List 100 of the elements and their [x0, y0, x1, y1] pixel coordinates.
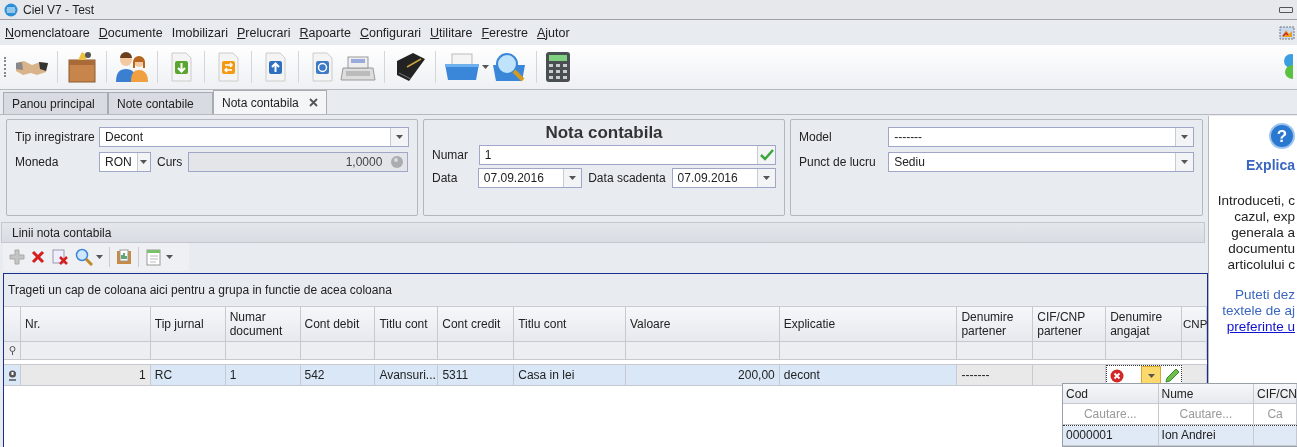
help-text-line: articolului c — [1226, 257, 1295, 273]
filter-cell[interactable] — [1106, 342, 1183, 360]
dropdown-caret-icon[interactable] — [757, 169, 775, 187]
caret-icon[interactable] — [1181, 135, 1188, 139]
caret-icon[interactable] — [396, 135, 403, 139]
puzzle-icon[interactable] — [1279, 24, 1295, 41]
help-link[interactable]: preferinte u — [1222, 319, 1295, 335]
column-header[interactable]: CNP — [1182, 307, 1207, 342]
menu-item[interactable]: Ajutor — [534, 23, 576, 42]
help-title: Explica — [1245, 157, 1295, 173]
column-header[interactable]: Denumire angajat — [1106, 307, 1182, 342]
caret-icon[interactable] — [140, 160, 148, 164]
column-header[interactable]: Cont credit — [438, 307, 515, 342]
filter-cell[interactable] — [514, 342, 626, 360]
clear-icon[interactable] — [1110, 368, 1125, 383]
dropdown-field[interactable]: 07.09.2016 — [477, 168, 583, 188]
column-header[interactable]: Cod — [1063, 384, 1159, 405]
delete-icon[interactable] — [31, 250, 45, 264]
menu-item[interactable]: Rapoarte — [296, 23, 357, 42]
close-icon[interactable] — [308, 98, 318, 107]
dropdown-caret-icon[interactable] — [1175, 153, 1193, 171]
search-dropdown-button[interactable] — [75, 248, 103, 266]
table-cell: 1 — [225, 365, 301, 386]
dropdown-field[interactable]: RON — [99, 152, 151, 172]
delete-document-icon[interactable] — [51, 249, 69, 265]
column-header[interactable]: Nume — [1158, 384, 1254, 405]
dropdown-caret-icon[interactable] — [136, 153, 150, 171]
tab[interactable]: Panou principal — [3, 92, 108, 114]
column-header[interactable]: Valoare — [625, 307, 780, 342]
dropdown-field[interactable]: Sediu — [888, 152, 1194, 172]
filter-cell[interactable] — [957, 342, 1034, 360]
column-header[interactable]: Tip jurnal — [150, 307, 226, 342]
caret-icon[interactable] — [763, 176, 770, 180]
help-text-line: textele de aj — [1222, 303, 1295, 319]
folder-dropdown-button[interactable] — [444, 52, 489, 82]
table-cell: 1 — [21, 365, 151, 386]
menu-item[interactable]: Documente — [95, 23, 169, 42]
filter-cell[interactable] — [300, 342, 376, 360]
dropdown-caret-icon[interactable] — [390, 128, 408, 146]
filter-cell[interactable] — [150, 342, 226, 360]
filter-cell[interactable] — [225, 342, 301, 360]
minimize-button[interactable] — [1279, 6, 1293, 13]
dropdown-field[interactable]: Decont — [99, 127, 409, 147]
tab[interactable]: Nota contabila — [213, 90, 327, 114]
help-text-line: Puteti dez — [1233, 287, 1295, 303]
filter-cell[interactable] — [1033, 342, 1107, 360]
menu-item[interactable]: Prelucrari — [234, 23, 297, 42]
app-logo-icon — [4, 2, 18, 17]
columns-dropdown-button[interactable] — [145, 248, 173, 266]
people-icon[interactable] — [115, 52, 149, 82]
table-cell: 542 — [300, 365, 376, 386]
dropdown-caret-icon[interactable] — [563, 169, 582, 187]
caret-icon[interactable] — [1147, 373, 1155, 378]
column-header[interactable]: Cont debit — [300, 307, 376, 342]
column-header[interactable]: Titlu cont — [375, 307, 439, 342]
column-header[interactable]: CIF/CN — [1254, 384, 1297, 405]
check-icon[interactable] — [757, 146, 775, 164]
search-folder-icon[interactable] — [492, 51, 528, 83]
input-field[interactable]: 1 — [478, 145, 776, 165]
column-header[interactable]: Titlu cont — [514, 307, 626, 342]
tab[interactable]: Note contabile — [108, 92, 213, 114]
column-header[interactable]: Denumire partener — [957, 307, 1034, 342]
field-label: Punct de lucru — [799, 155, 877, 169]
section-header: Linii nota contabila — [1, 222, 1205, 243]
menu-item[interactable]: Utilitare — [427, 23, 479, 42]
menu-item[interactable]: Imobilizari — [168, 23, 234, 42]
dropdown-field[interactable]: 07.09.2016 — [671, 168, 776, 188]
column-header[interactable]: CIF/CNP partener — [1033, 307, 1107, 342]
dropdown-caret-icon[interactable] — [1175, 128, 1193, 146]
column-header[interactable]: Numar document — [225, 307, 301, 342]
table-cell: Ion Andrei — [1158, 425, 1255, 446]
filter-cell[interactable] — [626, 342, 780, 360]
filter-cell[interactable] — [21, 342, 151, 360]
caret-icon[interactable] — [1181, 160, 1188, 164]
menu-item[interactable]: Ferestre — [478, 23, 534, 42]
window-title: Ciel V7 - Test — [23, 2, 96, 17]
table-cell: 0000001 — [1063, 425, 1159, 446]
export-icon[interactable] — [116, 249, 132, 265]
table-cell: RC — [150, 365, 226, 386]
calculator-icon[interactable] — [545, 51, 571, 83]
filter-cell[interactable] — [779, 342, 958, 360]
menu-item[interactable]: Nomenclatoare — [2, 23, 96, 42]
focused-row-icon — [7, 369, 17, 381]
caret-icon[interactable] — [569, 176, 577, 180]
field-label: Curs — [157, 155, 183, 169]
filter-cell[interactable] — [1182, 342, 1207, 360]
question-mark: ? — [1276, 127, 1288, 146]
caret-icon[interactable] — [96, 255, 103, 259]
menu-item[interactable]: Configurari — [356, 23, 428, 42]
filter-cell[interactable] — [375, 342, 439, 360]
table-row[interactable]: 1 RC 1 542 Avansuri... 5311 Casa in lei 200,00 decont ------- — [4, 364, 1207, 386]
table-cell: decont — [779, 365, 958, 386]
column-header[interactable]: Explicatie — [779, 307, 958, 342]
lookup-row[interactable]: 0000001 Ion Andrei — [1063, 424, 1297, 446]
dropdown-field[interactable]: ------- — [888, 127, 1194, 147]
filter-cell[interactable] — [438, 342, 515, 360]
caret-icon[interactable] — [482, 65, 489, 69]
caret-icon[interactable] — [166, 255, 173, 259]
box-icon[interactable] — [66, 50, 98, 84]
column-header[interactable]: Nr. — [21, 307, 151, 342]
